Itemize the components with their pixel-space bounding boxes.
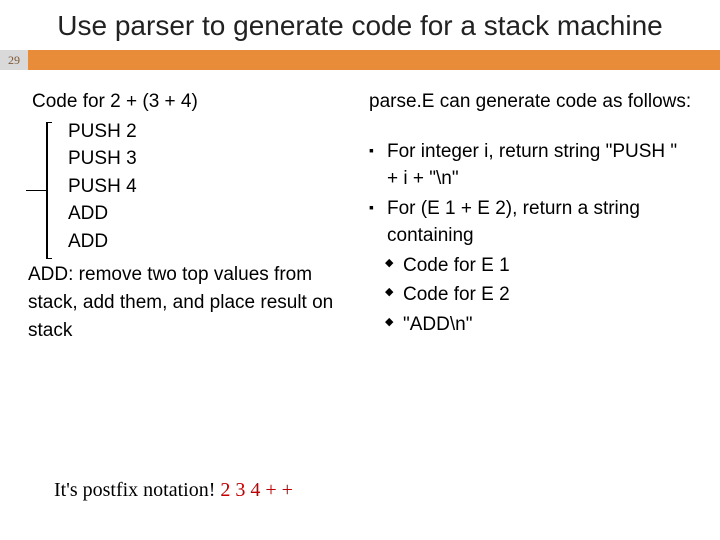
slide-title: Use parser to generate code for a stack …	[0, 0, 720, 50]
code-line: ADD	[68, 200, 351, 228]
sub-bullet-item: Code for E 1	[369, 252, 692, 280]
bracket-vertical	[46, 122, 48, 258]
code-lines: PUSH 2 PUSH 3 PUSH 4 ADD ADD	[32, 118, 351, 256]
code-block: PUSH 2 PUSH 3 PUSH 4 ADD ADD	[32, 118, 351, 256]
bullet-item: For integer i, return string "PUSH " + i…	[369, 138, 692, 193]
accent-bar: 29	[0, 50, 720, 70]
footer-prefix: It's postfix notation!	[54, 479, 220, 501]
add-description: ADD: remove two top values from stack, a…	[28, 261, 351, 344]
content-area: Code for 2 + (3 + 4) PUSH 2 PUSH 3 PUSH …	[0, 70, 720, 344]
code-line: ADD	[68, 228, 351, 256]
page-number-badge: 29	[0, 50, 28, 70]
bullet-item: For (E 1 + E 2), return a string contain…	[369, 195, 692, 250]
code-title: Code for 2 + (3 + 4)	[32, 88, 351, 116]
bracket-top-tick	[46, 122, 52, 124]
sub-bullet-item: Code for E 2	[369, 281, 692, 309]
right-column: parse.E can generate code as follows: Fo…	[369, 88, 692, 344]
slide: Use parser to generate code for a stack …	[0, 0, 720, 540]
intro-text: parse.E can generate code as follows:	[369, 88, 692, 116]
footer-note: It's postfix notation! 2 3 4 + +	[54, 479, 293, 502]
sub-bullet-item: "ADD\n"	[369, 311, 692, 339]
left-column: Code for 2 + (3 + 4) PUSH 2 PUSH 3 PUSH …	[28, 88, 351, 344]
code-line: PUSH 2	[68, 118, 351, 146]
code-line: PUSH 3	[68, 145, 351, 173]
bracket-pointer	[26, 190, 46, 192]
bracket-bottom-tick	[46, 258, 52, 260]
code-line: PUSH 4	[68, 173, 351, 201]
footer-expression: 2 3 4 + +	[220, 479, 293, 501]
